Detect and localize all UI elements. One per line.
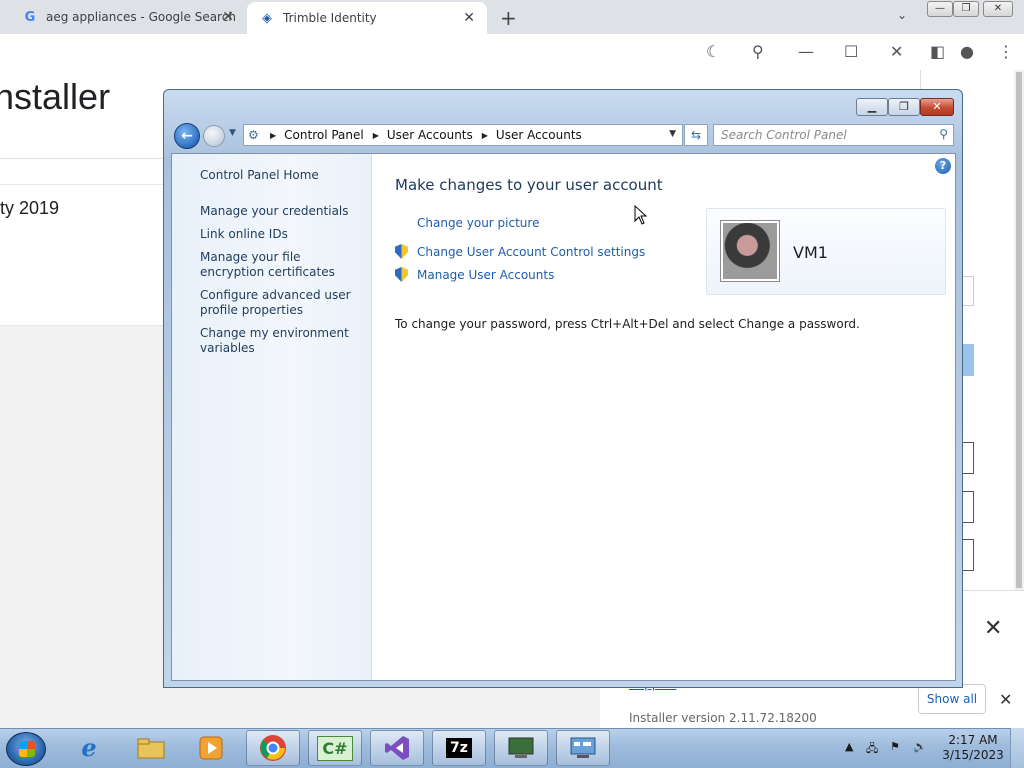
browser-toolbar (0, 34, 1024, 70)
avatar[interactable] (721, 221, 779, 281)
link-environment-variables[interactable]: Change my environment variables (200, 326, 365, 356)
form-field[interactable] (962, 442, 974, 474)
close-button[interactable]: ✕ (983, 1, 1013, 17)
scrollbar-thumb[interactable] (1016, 72, 1022, 588)
network-icon[interactable] (494, 730, 548, 766)
control-panel-window: ▁ ❐ ✕ ← ▼ ⚙ ▶ Control Panel ▶ User Accou… (163, 89, 963, 688)
uac-shield-icon (395, 244, 410, 259)
7zip-icon[interactable]: 7z (432, 730, 486, 766)
password-note: To change your password, press Ctrl+Alt+… (395, 317, 860, 331)
submit-button[interactable] (962, 344, 974, 376)
ie-icon[interactable]: ℯ (62, 730, 116, 766)
close-button[interactable]: ✕ (920, 98, 954, 116)
control-panel-icon: ⚙ (248, 128, 259, 142)
forward-button[interactable] (203, 125, 225, 147)
search-input[interactable]: Search Control Panel ⚲ (713, 124, 954, 146)
product-text: ity 2019 (0, 198, 60, 218)
form-field[interactable] (962, 276, 974, 306)
search-placeholder: Search Control Panel (721, 128, 847, 142)
link-manage-credentials[interactable]: Manage your credentials (200, 204, 365, 219)
link-control-panel-home[interactable]: Control Panel Home (200, 168, 365, 183)
refresh-button[interactable]: ⇆ (684, 124, 708, 146)
volume-icon[interactable]: 🔊 (913, 740, 927, 753)
windows-icon (19, 741, 35, 757)
search-icon[interactable]: ⚲ (939, 127, 948, 141)
tab-title: aeg appliances - Google Search (46, 10, 236, 24)
restore-button[interactable]: ❐ (953, 1, 979, 17)
media-player-icon[interactable] (184, 730, 238, 766)
maximize-icon[interactable]: ☐ (844, 42, 858, 61)
tab-trimble-identity[interactable]: ◈ Trimble Identity ✕ (247, 2, 487, 34)
link-online-ids[interactable]: Link online IDs (200, 227, 365, 242)
link-uac-settings[interactable]: Change User Account Control settings (417, 245, 645, 259)
date: 3/15/2023 (942, 748, 1004, 762)
user-tile: VM1 (706, 208, 946, 295)
moon-icon[interactable]: ☾ (706, 42, 720, 61)
show-desktop-button[interactable] (1010, 728, 1024, 768)
tab-google-search[interactable]: G aeg appliances - Google Search ✕ (10, 0, 246, 34)
google-icon: G (24, 9, 36, 25)
form-field[interactable] (962, 491, 974, 523)
chrome-icon[interactable] (246, 730, 300, 766)
visual-studio-icon[interactable] (370, 730, 424, 766)
main-pane: ? Make changes to your user account Chan… (373, 154, 955, 680)
sidepanel-icon[interactable]: ◧ (930, 42, 945, 61)
tray-expand-icon[interactable]: ▲ (845, 740, 853, 753)
clock[interactable]: 2:17 AM 3/15/2023 (942, 733, 1004, 763)
chevron-right-icon[interactable]: ▶ (482, 131, 488, 140)
link-manage-user-accounts[interactable]: Manage User Accounts (417, 268, 554, 282)
crumb-user-accounts[interactable]: User Accounts (387, 128, 473, 142)
close-icon[interactable]: ✕ (984, 616, 1002, 641)
start-button[interactable] (6, 732, 46, 766)
chevron-down-icon[interactable]: ▼ (669, 129, 676, 139)
address-bar[interactable]: ⚙ ▶ Control Panel ▶ User Accounts ▶ User… (243, 124, 683, 146)
profile-icon[interactable]: ● (960, 42, 974, 61)
close-icon[interactable]: ✕ (463, 10, 475, 26)
explorer-icon[interactable] (124, 730, 178, 766)
link-advanced-profile[interactable]: Configure advanced user profile properti… (200, 288, 365, 318)
user-name: VM1 (793, 243, 828, 262)
flag-icon[interactable]: ⚑ (890, 740, 900, 753)
crumb-control-panel[interactable]: Control Panel (284, 128, 364, 142)
chevron-down-icon[interactable]: ⌄ (897, 8, 907, 22)
pin-icon[interactable]: ⚲ (752, 42, 764, 61)
divider (0, 158, 170, 159)
time: 2:17 AM (948, 733, 998, 747)
installer-version: Installer version 2.11.72.18200 (629, 711, 817, 725)
minimize-button[interactable]: ▁ (856, 98, 888, 116)
mouse-cursor-icon (634, 205, 648, 225)
chevron-right-icon[interactable]: ▶ (373, 131, 379, 140)
more-icon[interactable]: ⋮ (998, 42, 1014, 61)
network-tray-icon[interactable]: 🖧 (866, 740, 878, 759)
tab-title: Trimble Identity (283, 11, 377, 25)
minimize-button[interactable]: — (927, 1, 953, 17)
tasks-pane: Control Panel Home Manage your credentia… (172, 154, 372, 680)
control-panel-icon[interactable] (556, 730, 610, 766)
recent-pages-dropdown[interactable]: ▼ (229, 128, 236, 138)
window-content: Control Panel Home Manage your credentia… (171, 153, 956, 681)
page-title: Make changes to your user account (395, 176, 663, 194)
new-tab-button[interactable]: + (500, 6, 517, 30)
close-icon[interactable]: ✕ (222, 9, 234, 25)
breadcrumb: ▶ Control Panel ▶ User Accounts ▶ User A… (268, 128, 582, 142)
trimble-icon: ◈ (262, 10, 272, 26)
close-icon[interactable]: ✕ (999, 690, 1012, 709)
form-field[interactable] (962, 539, 974, 571)
scrollbar[interactable] (1014, 70, 1024, 590)
show-all-button[interactable]: Show all (918, 684, 986, 714)
csharp-icon[interactable]: C# (308, 730, 362, 766)
browser-tabbar: G aeg appliances - Google Search ✕ ◈ Tri… (0, 0, 1024, 34)
chevron-right-icon[interactable]: ▶ (270, 131, 276, 140)
help-icon[interactable]: ? (935, 158, 951, 174)
crumb-user-accounts-current[interactable]: User Accounts (496, 128, 582, 142)
maximize-button[interactable]: ❐ (888, 98, 920, 116)
close-icon[interactable]: ✕ (890, 42, 903, 61)
minimize-icon[interactable]: — (798, 42, 814, 61)
back-button[interactable]: ← (174, 123, 200, 149)
link-change-picture[interactable]: Change your picture (417, 216, 539, 230)
page-title: nstaller (0, 76, 111, 117)
link-file-encryption[interactable]: Manage your file encryption certificates (200, 250, 365, 280)
uac-shield-icon (395, 267, 410, 282)
